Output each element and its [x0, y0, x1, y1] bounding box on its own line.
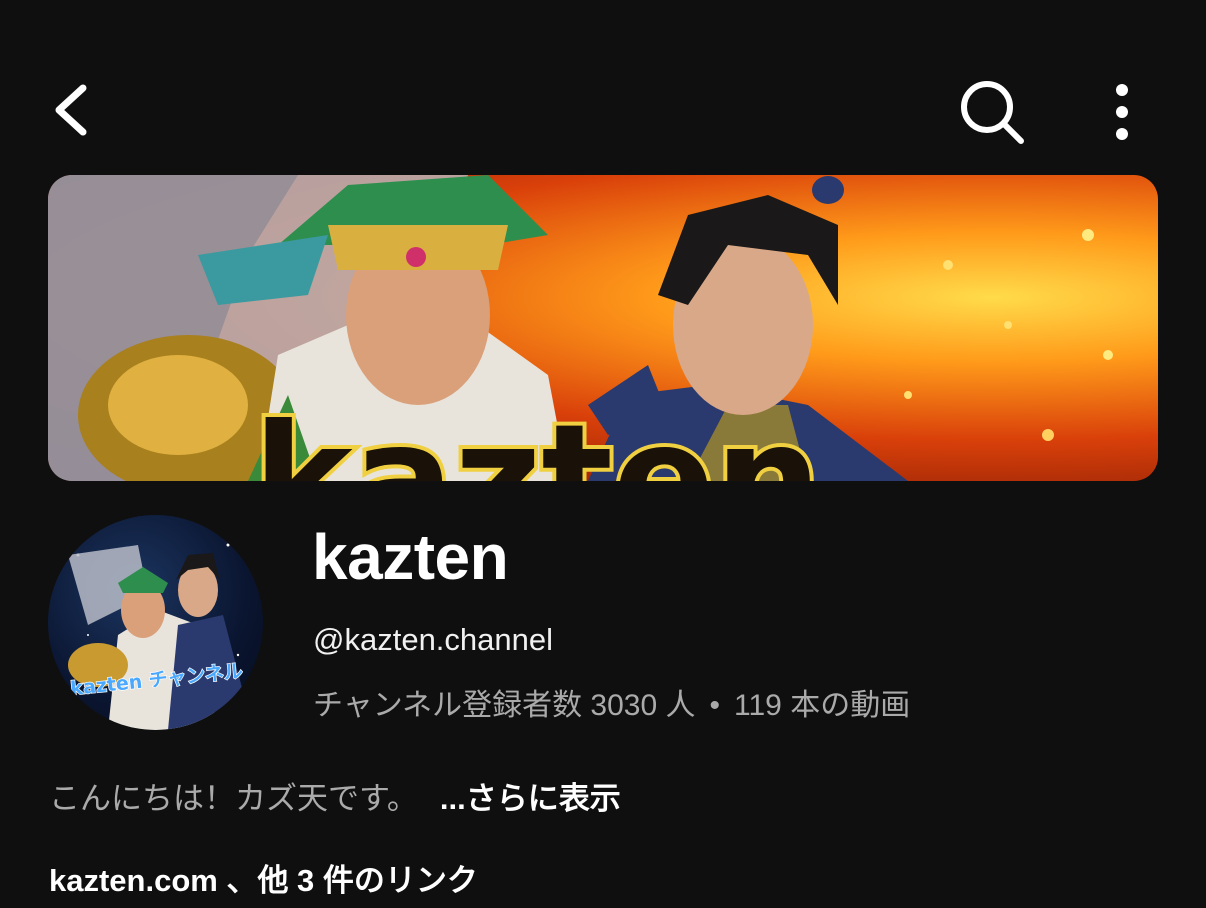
channel-links[interactable]: kazten.com 、他 3 件のリンク	[49, 855, 478, 900]
description-text: こんにちは！カズ天です。	[49, 781, 418, 816]
banner-logo-text: kazten	[253, 389, 826, 481]
channel-name: kazten	[312, 521, 509, 593]
banner-title: kazten	[253, 381, 873, 481]
chevron-left-icon	[55, 84, 87, 136]
search-icon	[961, 81, 1024, 144]
search-button[interactable]	[950, 70, 1034, 154]
back-button[interactable]	[36, 70, 106, 150]
channel-stats: チャンネル登録者数 3030 人 • 119 本の動画	[313, 680, 910, 724]
show-more-link[interactable]: ...さらに表示	[440, 781, 621, 816]
channel-avatar[interactable]: kazten チャンネル	[48, 515, 263, 730]
channel-banner: kazten	[48, 175, 1158, 481]
channel-description[interactable]: こんにちは！カズ天です。 ...さらに表示	[49, 773, 621, 818]
channel-handle: @kazten.channel	[313, 622, 554, 657]
avatar-artwork: kazten チャンネル	[68, 543, 253, 730]
more-options-button[interactable]	[1090, 70, 1154, 154]
banner-logo-word: kazten	[253, 393, 822, 481]
stats-separator: •	[709, 689, 721, 722]
more-vertical-icon	[1116, 84, 1128, 140]
video-count: 119 本の動画	[734, 689, 911, 722]
subscriber-count: チャンネル登録者数 3030 人	[313, 689, 696, 722]
